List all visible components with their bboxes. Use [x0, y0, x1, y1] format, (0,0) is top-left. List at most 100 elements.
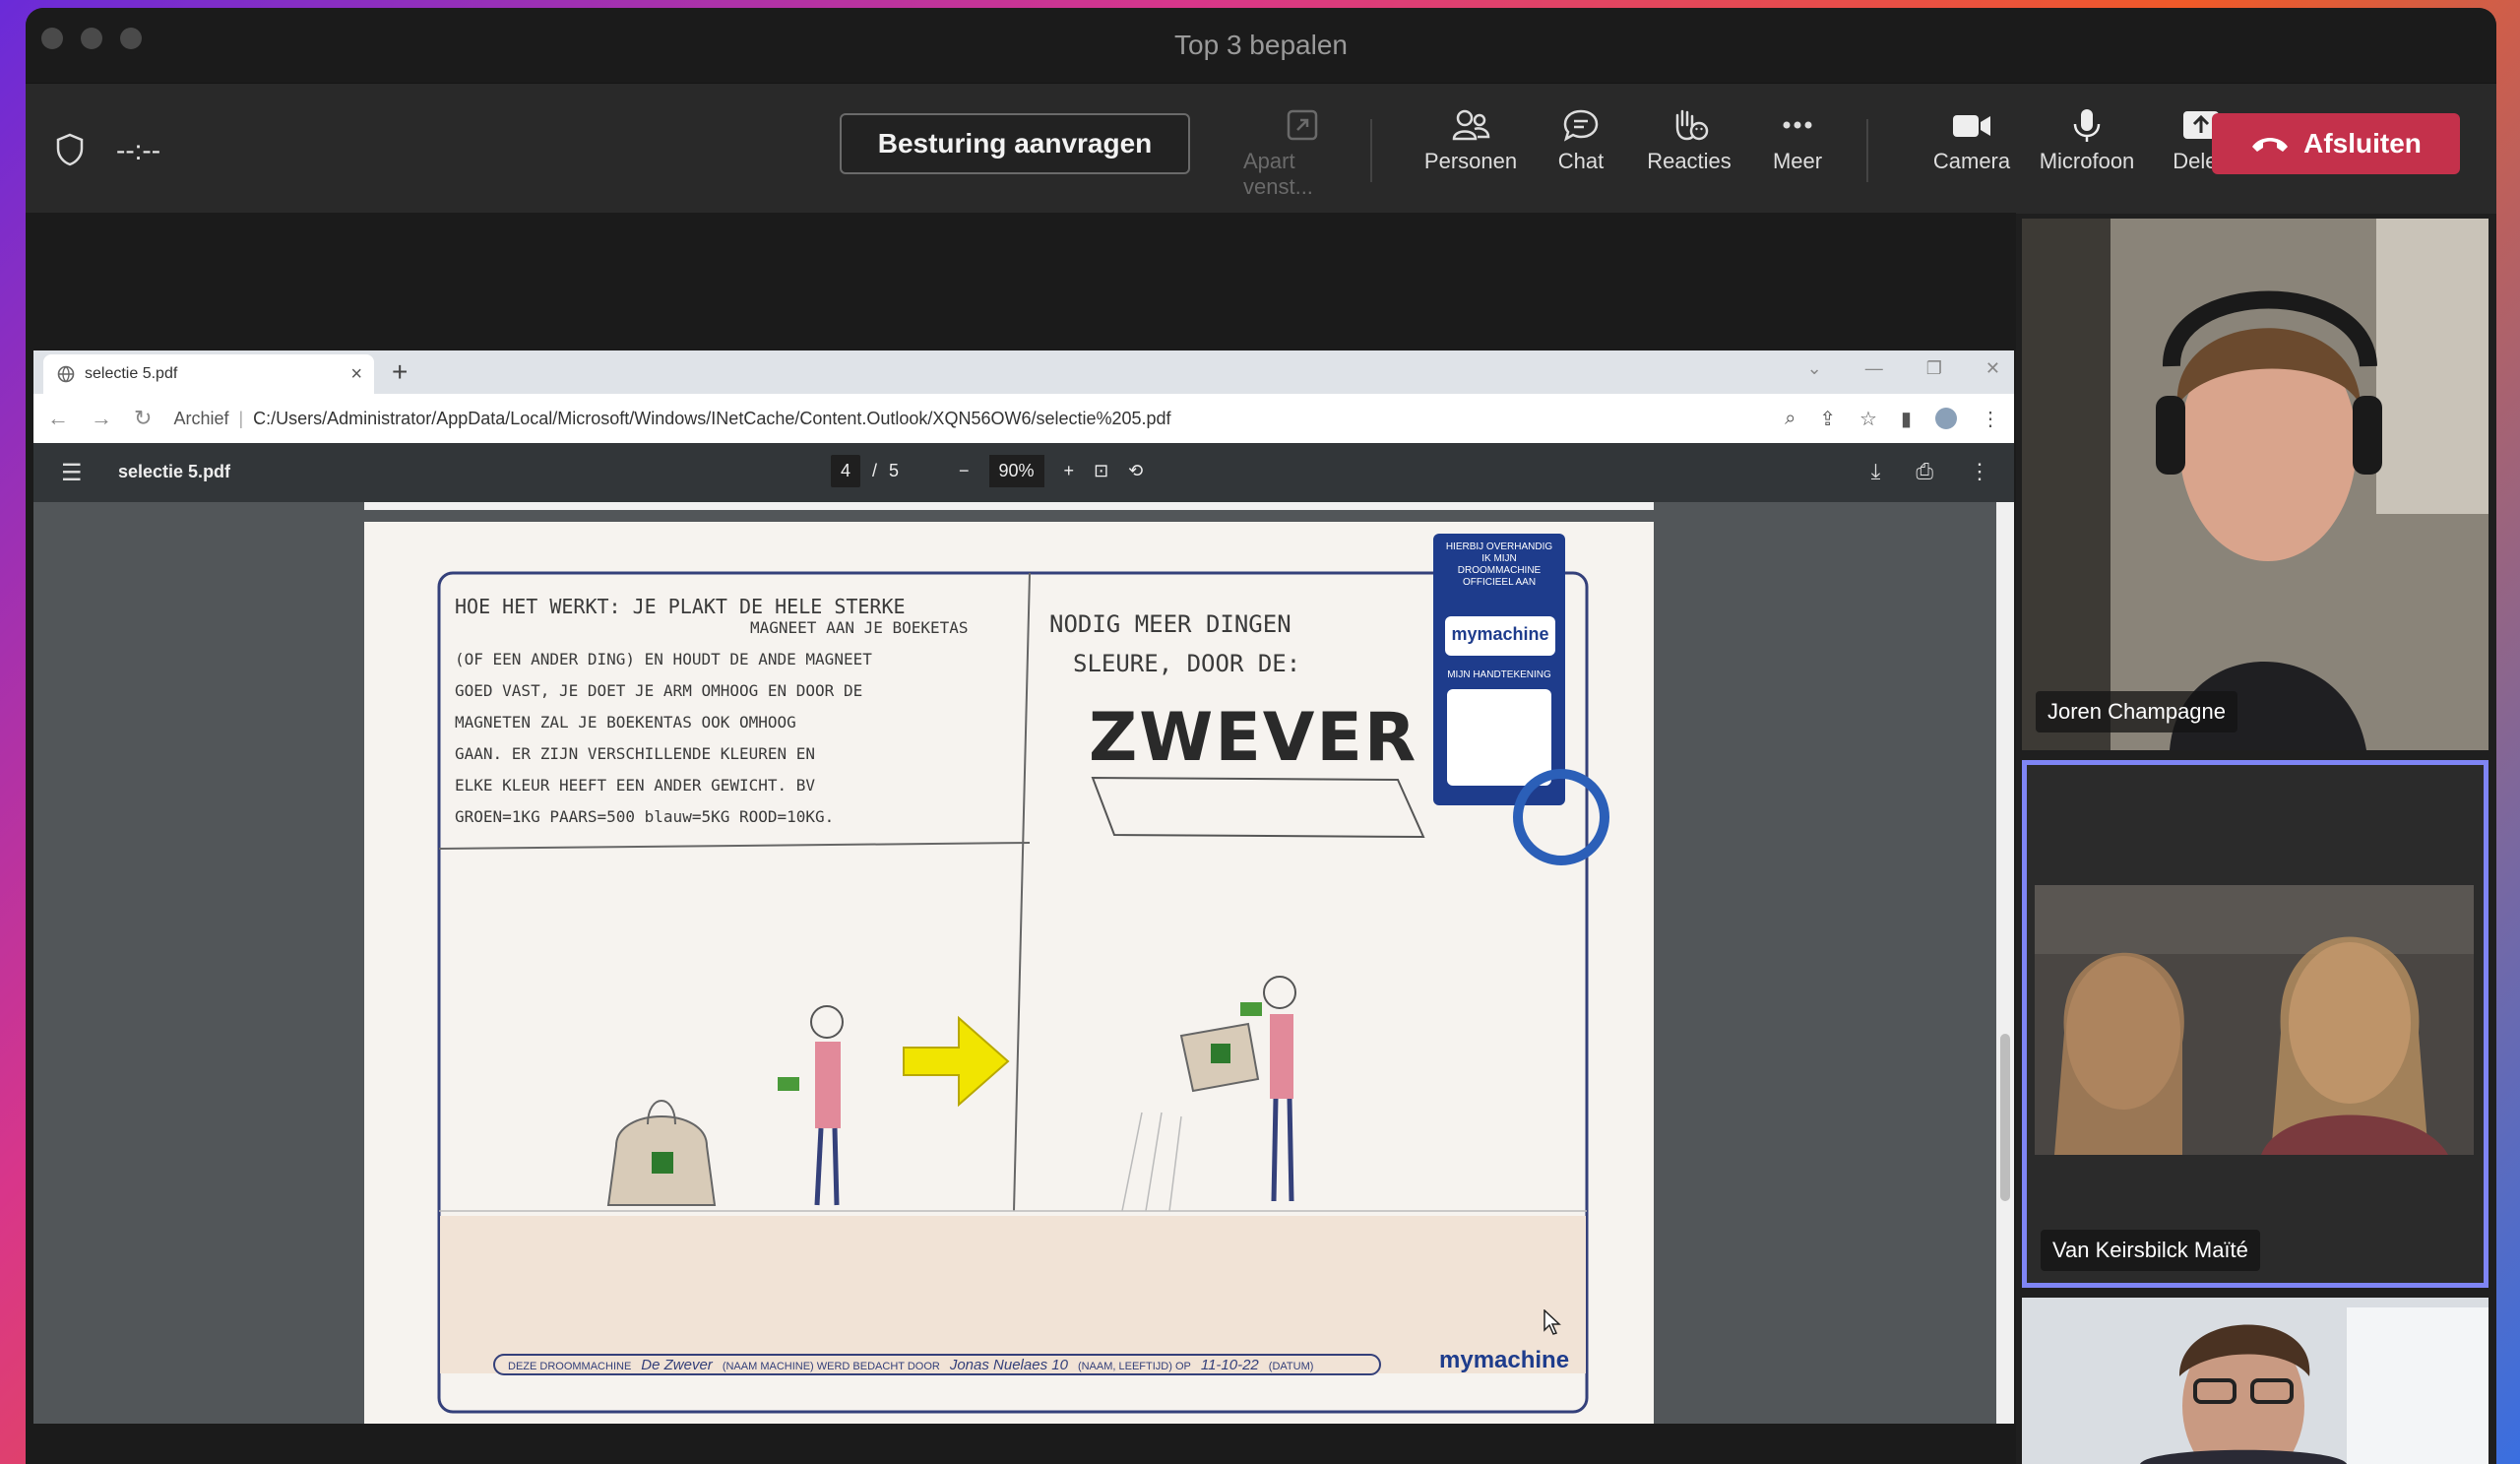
zoom-out-icon[interactable]: − — [959, 461, 970, 481]
address-bar: ← → ↻ Archief | C:/Users/Administrator/A… — [33, 394, 2014, 444]
reactions-button[interactable]: Reacties — [1630, 107, 1748, 174]
browser-close-icon[interactable]: ✕ — [1985, 358, 2000, 379]
leave-button[interactable]: Afsluiten — [2212, 113, 2460, 174]
participant-tile[interactable] — [2022, 1298, 2488, 1464]
footer-label: DEZE DROOMMACHINE — [508, 1361, 632, 1372]
more-button[interactable]: Meer — [1738, 107, 1857, 174]
mouse-cursor-icon — [1544, 1309, 1561, 1335]
window-controls — [41, 28, 142, 49]
pdf-menu-icon[interactable]: ☰ — [61, 459, 83, 487]
download-icon[interactable]: ⤓ — [1871, 459, 1881, 484]
tab-search-icon[interactable]: ⌄ — [1807, 358, 1822, 379]
pdf-more-icon[interactable]: ⋮ — [1969, 459, 1990, 484]
reload-icon[interactable]: ↻ — [134, 406, 152, 431]
footer-brand: mymachine — [1439, 1347, 1570, 1373]
print-icon[interactable]: ⎙ — [1916, 459, 1933, 484]
raise-hand-icon — [1675, 109, 1709, 141]
microphone-button[interactable]: Microfoon — [2028, 107, 2146, 174]
side-panel-icon[interactable]: ▮ — [1901, 407, 1912, 431]
navigation-buttons: ← → ↻ — [47, 406, 152, 431]
more-label: Meer — [1772, 149, 1823, 173]
site-info-label[interactable]: Archief — [173, 409, 228, 429]
teams-window: Top 3 bepalen --:-- Besturing aanvragen … — [26, 8, 2496, 1464]
participant-panel: Joren Champagne Van Keirsbilck Maïté — [2022, 213, 2496, 1464]
participant-tile-active-speaker[interactable]: Van Keirsbilck Maïté — [2022, 760, 2488, 1288]
back-icon[interactable]: ← — [47, 406, 69, 431]
forward-icon[interactable]: → — [91, 406, 112, 431]
people-icon — [1452, 109, 1490, 141]
shared-browser-window: selectie 5.pdf × + ⌄ — ❐ ✕ ← → ↻ Archief — [33, 350, 2014, 1424]
zoom-icon[interactable]: ⌕ — [1785, 408, 1796, 430]
participant-tile[interactable]: Joren Champagne — [2022, 219, 2488, 750]
share-page-icon[interactable]: ⇪ — [1819, 407, 1836, 431]
shield-icon — [56, 133, 84, 166]
browser-restore-icon[interactable]: ❐ — [1926, 358, 1942, 379]
footer-label: (NAAM, LEEFTIJD) OP — [1077, 1361, 1191, 1372]
close-window-button[interactable] — [41, 28, 63, 49]
address-bar-actions: ⌕ ⇪ ☆ ▮ ⋮ — [1785, 407, 2000, 431]
more-icon — [1783, 121, 1812, 129]
camera-button[interactable]: Camera — [1913, 107, 2031, 174]
pdf-toolbar: ☰ selectie 5.pdf 4 / 5 − 90% + ⊡ ⟲ ⤓ ⎙ ⋮ — [33, 443, 2014, 502]
camera-icon — [1953, 115, 1990, 137]
meeting-timer: --:-- — [116, 135, 161, 165]
url-field[interactable]: C:/Users/Administrator/AppData/Local/Mic… — [253, 409, 1170, 429]
browser-menu-icon[interactable]: ⋮ — [1981, 407, 2000, 431]
hang-up-icon — [2252, 138, 2289, 152]
pdf-zoom-controls: − 90% + ⊡ ⟲ — [959, 455, 1143, 487]
browser-minimize-icon[interactable]: — — [1865, 358, 1883, 379]
profile-avatar[interactable] — [1935, 408, 1957, 429]
fit-page-icon[interactable]: ⊡ — [1094, 461, 1108, 481]
globe-icon — [57, 365, 75, 383]
new-tab-button[interactable]: + — [392, 356, 408, 388]
window-title: Top 3 bepalen — [1174, 30, 1348, 60]
address-separator: | — [238, 408, 244, 428]
chat-label: Chat — [1557, 149, 1605, 173]
title-bar: Top 3 bepalen — [26, 8, 2496, 83]
rotate-icon[interactable]: ⟲ — [1128, 461, 1143, 481]
handwriting-line: MAGNETEN ZAL JE BOEKENTAS OOK OMHOOG — [455, 713, 796, 732]
participant-name: Joren Champagne — [2036, 691, 2238, 732]
handwriting-line: SLEURE, DOOR DE: — [1073, 650, 1301, 677]
toolbar-divider — [1866, 119, 1868, 182]
stamp-brand: mymachine — [1451, 624, 1549, 644]
stamp-caption: HIERBIJ OVERHANDIG IK MIJN DROOMMACHINE … — [1445, 541, 1553, 588]
browser-tab-strip: selectie 5.pdf × + ⌄ — ❐ ✕ — [33, 350, 2014, 394]
pdf-scrollbar-thumb[interactable] — [2000, 1034, 2010, 1201]
footer-label: (DATUM) — [1268, 1361, 1314, 1372]
zoom-in-icon[interactable]: + — [1064, 461, 1075, 481]
reactions-label: Reacties — [1647, 149, 1732, 173]
handwriting-line: GOED VAST, JE DOET JE ARM OMHOOG EN DOOR… — [455, 681, 863, 700]
maximize-window-button[interactable] — [120, 28, 142, 49]
pdf-total-pages: 5 — [889, 461, 900, 480]
request-control-button[interactable]: Besturing aanvragen — [840, 113, 1190, 174]
pdf-page-input[interactable]: 4 — [831, 455, 861, 487]
close-tab-icon[interactable]: × — [350, 363, 362, 386]
minimize-window-button[interactable] — [81, 28, 102, 49]
pdf-zoom-input[interactable]: 90% — [988, 455, 1044, 487]
chat-button[interactable]: Chat — [1522, 107, 1640, 174]
people-button[interactable]: Personen — [1412, 107, 1530, 174]
leave-label: Afsluiten — [2303, 128, 2422, 159]
microphone-icon — [2073, 109, 2101, 142]
bookmark-star-icon[interactable]: ☆ — [1859, 407, 1877, 431]
footer-value: 11-10-22 — [1200, 1357, 1259, 1373]
stamp-signature-caption: MIJN HANDTEKENING — [1447, 669, 1551, 680]
pdf-page-separator: / — [872, 461, 878, 480]
browser-tab-title: selectie 5.pdf — [85, 365, 178, 382]
pdf-scrollbar[interactable] — [1996, 502, 2014, 1424]
pdf-page: HOE HET WERKT: JE PLAKT DE HELE STERKE M… — [364, 522, 1654, 1424]
drawing-footer: DEZE DROOMMACHINE De Zwever (NAAM MACHIN… — [508, 1357, 1313, 1373]
pdf-page-indicator: 4 / 5 — [831, 455, 899, 487]
toolbar-divider — [1370, 119, 1372, 182]
pdf-file-name: selectie 5.pdf — [118, 462, 231, 481]
popout-button[interactable]: Apart venst... — [1243, 107, 1361, 200]
pdf-viewport[interactable]: HOE HET WERKT: JE PLAKT DE HELE STERKE M… — [33, 502, 2014, 1424]
chat-icon — [1563, 109, 1599, 142]
browser-window-controls: ⌄ — ❐ ✕ — [1807, 358, 2000, 379]
browser-tab[interactable]: selectie 5.pdf × — [43, 354, 374, 394]
drawing-right-text: NODIG MEER DINGEN SLEURE, DOOR DE: — [1049, 605, 1300, 683]
participant-name: Van Keirsbilck Maïté — [2041, 1230, 2260, 1271]
footer-value: De Zwever — [641, 1357, 713, 1373]
handwriting-line: ELKE KLEUR HEEFT EEN ANDER GEWICHT. BV — [455, 776, 816, 795]
